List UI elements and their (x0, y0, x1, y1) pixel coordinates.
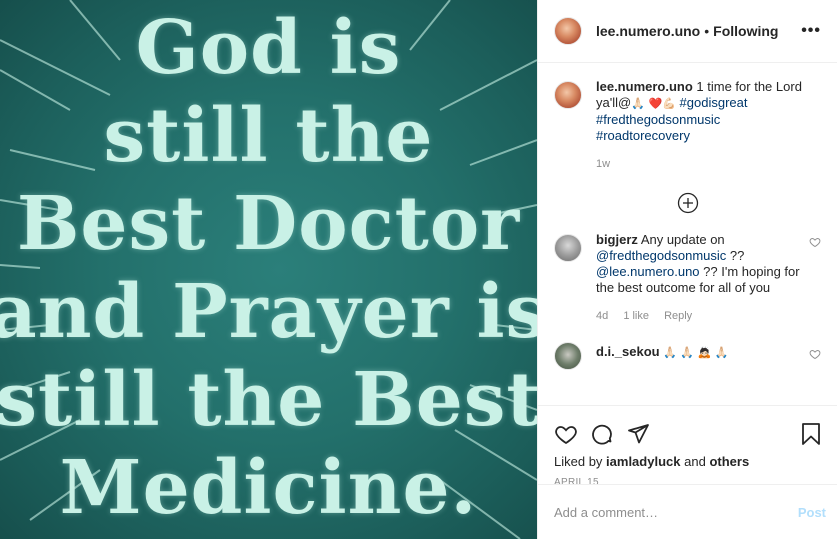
poster-line: still the (103, 93, 434, 179)
heart-icon[interactable] (809, 236, 821, 248)
reply-button[interactable]: Reply (664, 310, 692, 322)
poster-line: God is (135, 5, 402, 91)
separator-dot: • (704, 23, 710, 39)
share-send-icon[interactable] (626, 422, 650, 446)
mention-link[interactable]: @lee.numero.uno (596, 264, 700, 279)
comment-meta: 4d 1 like Reply (596, 308, 805, 324)
comments-list[interactable]: lee.numero.uno 1 time for the Lord ya'll… (538, 63, 837, 405)
liked-by-suffix: and (684, 454, 706, 469)
action-icons (554, 414, 822, 454)
comment-item: bigjerz Any update on @fredthegodsonmusi… (554, 232, 821, 324)
avatar[interactable] (554, 342, 582, 370)
poster-line: Medicine. (59, 445, 478, 531)
heart-icon[interactable] (809, 348, 821, 360)
poster-line: Best Doctor (16, 181, 521, 267)
comment-text: 🙏🏻 🙏🏻 🙇🏻 🙏🏻 (663, 346, 729, 359)
comment-text: ?? (729, 248, 745, 263)
add-comment-input[interactable] (554, 504, 798, 520)
more-options-icon[interactable]: ••• (801, 22, 821, 40)
hashtag-link[interactable]: #roadtorecovery (596, 128, 690, 143)
comment-username[interactable]: bigjerz (596, 232, 638, 247)
add-comment-bar: Post (538, 484, 837, 539)
plus-circle-icon[interactable] (677, 192, 699, 214)
comment-username[interactable]: d.i._sekou (596, 344, 660, 359)
like-heart-icon[interactable] (554, 422, 578, 446)
poster-line: and Prayer is (0, 269, 537, 355)
comment-text: Any update on (640, 232, 725, 247)
comment-item: d.i._sekou 🙏🏻 🙏🏻 🙇🏻 🙏🏻 (554, 340, 821, 370)
load-more-comments[interactable] (554, 192, 821, 214)
post-image[interactable]: God is still the Best Doctor and Prayer … (0, 0, 537, 539)
caption: lee.numero.uno 1 time for the Lord ya'll… (554, 79, 821, 172)
emoji-heart-muscle: ❤️💪🏻 (648, 97, 676, 110)
comment-bubble-icon[interactable] (590, 422, 614, 446)
avatar[interactable] (554, 17, 582, 45)
liked-by: Liked by iamladyluck and others (554, 454, 822, 469)
comment-likes[interactable]: 1 like (623, 310, 649, 322)
avatar[interactable] (554, 234, 582, 262)
caption-meta: 1w (596, 156, 817, 172)
caption-username[interactable]: lee.numero.uno (596, 79, 693, 94)
caption-age[interactable]: 1w (596, 158, 610, 170)
avatar[interactable] (554, 81, 582, 109)
liked-by-others[interactable]: others (709, 454, 749, 469)
post-button[interactable]: Post (798, 505, 826, 520)
poster-line: still the Best (0, 357, 537, 443)
emoji-pray: 🙏🏻 (631, 97, 645, 110)
mention-link[interactable]: @fredthegodsonmusic (596, 248, 726, 263)
post-side-panel: lee.numero.uno • Following ••• lee.numer… (537, 0, 837, 539)
hashtag-link[interactable]: #fredthegodsonmusic (596, 112, 720, 127)
liked-by-prefix: Liked by (554, 454, 603, 469)
liked-by-user[interactable]: iamladyluck (606, 454, 680, 469)
post-header: lee.numero.uno • Following ••• (538, 0, 837, 63)
poster-text: God is still the Best Doctor and Prayer … (0, 0, 537, 539)
comment-age[interactable]: 4d (596, 310, 608, 322)
header-username[interactable]: lee.numero.uno (596, 23, 700, 39)
bookmark-save-icon[interactable] (800, 422, 822, 446)
hashtag-link[interactable]: #godisgreat (680, 95, 748, 110)
following-button[interactable]: Following (713, 23, 778, 39)
